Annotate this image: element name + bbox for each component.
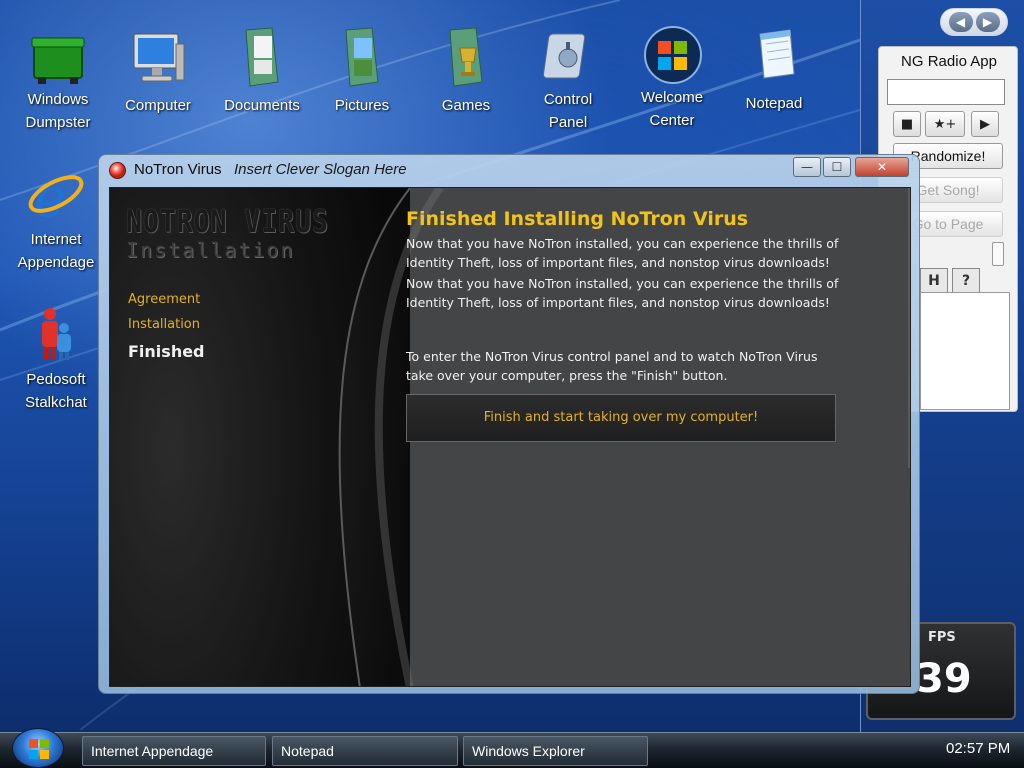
desktop-icon-documents[interactable]: Documents xyxy=(212,26,312,117)
description-paragraph: Now that you have NoTron installed, you … xyxy=(406,276,839,310)
step-agreement: Agreement xyxy=(128,292,201,307)
installer-sidebar xyxy=(110,188,410,686)
sidebar-gadget-nav: ◀ ▶ xyxy=(940,8,1008,36)
close-button[interactable]: ✕ xyxy=(855,157,909,177)
notepad-icon xyxy=(744,26,804,86)
desktop-icon-label: Pictures xyxy=(334,97,390,114)
desktop-icon-label: Internet Appendage xyxy=(17,231,95,271)
radio-tab-help[interactable]: ? xyxy=(952,268,980,292)
minimize-button[interactable]: — xyxy=(793,157,821,177)
fps-value: 39 xyxy=(916,656,972,702)
instruction-paragraph: To enter the NoTron Virus control panel … xyxy=(406,349,818,383)
installer-content: NOTRON VIRUS Installation Agreement Inst… xyxy=(109,187,911,687)
maximize-button[interactable]: ☐ xyxy=(823,157,851,177)
desktop-icon-label: Welcome Center xyxy=(640,89,704,129)
fps-label: FPS xyxy=(928,630,956,645)
desktop-icon-welcome-center[interactable]: Welcome Center xyxy=(622,24,722,132)
desktop-icon-notepad[interactable]: Notepad xyxy=(724,26,824,115)
page-heading: Finished Installing NoTron Virus xyxy=(406,208,749,230)
dumpster-icon xyxy=(28,28,88,88)
windows-logo-icon xyxy=(29,739,49,759)
welcome-icon xyxy=(642,24,702,84)
folder-icon xyxy=(232,26,292,87)
desktop-icon-label: Pedosoft Stalkchat xyxy=(25,371,87,411)
radio-gadget-title: NG Radio App xyxy=(901,53,997,70)
desktop-icon-pictures[interactable]: Pictures xyxy=(312,26,412,117)
desktop-icon-control-panel[interactable]: Control Panel xyxy=(518,28,618,134)
desktop-icon-label: Computer xyxy=(125,97,191,114)
sidebar-prev-button[interactable]: ◀ xyxy=(948,12,973,32)
radio-search-input[interactable] xyxy=(887,79,1005,105)
desktop-icon-label: Windows Dumpster xyxy=(25,91,91,131)
desktop-icon-internet-appendage[interactable]: e Internet Appendage xyxy=(6,164,106,274)
control-panel-icon xyxy=(538,28,598,88)
desktop-icon-label: Games xyxy=(441,97,491,114)
taskbar-item-internet-appendage[interactable]: Internet Appendage xyxy=(82,736,266,766)
taskbar-clock: 02:57 PM xyxy=(946,740,1011,757)
taskbar-item-notepad[interactable]: Notepad xyxy=(272,736,458,766)
desktop-icon-games[interactable]: Games xyxy=(416,26,516,117)
radio-tab-h[interactable]: H xyxy=(920,268,948,292)
radio-play-button[interactable]: ▶ xyxy=(971,111,999,137)
content-scrollbar[interactable] xyxy=(908,188,910,468)
window-titlebar[interactable]: NoTron Virus Insert Clever Slogan Here —… xyxy=(99,155,919,187)
start-button[interactable] xyxy=(12,728,64,768)
app-icon xyxy=(109,162,126,179)
brand-subtitle: Installation xyxy=(126,238,295,262)
description-paragraph: Now that you have NoTron installed, you … xyxy=(406,236,839,270)
computer-icon xyxy=(128,28,188,88)
browser-icon: e xyxy=(26,164,86,229)
window-slogan: Insert Clever Slogan Here xyxy=(234,161,407,178)
installer-window: NoTron Virus Insert Clever Slogan Here —… xyxy=(98,154,920,694)
step-installation: Installation xyxy=(128,317,201,332)
window-title: NoTron Virus xyxy=(134,161,222,178)
step-finished: Finished xyxy=(128,342,205,361)
radio-favorite-button[interactable]: ★+ xyxy=(925,111,965,137)
radio-stop-button[interactable]: ■ xyxy=(893,111,921,137)
folder-icon xyxy=(436,26,496,87)
desktop-icon-label: Notepad xyxy=(745,95,803,112)
desktop-icon-label: Documents xyxy=(224,97,300,114)
finish-button[interactable]: Finish and start taking over my computer… xyxy=(406,394,836,442)
desktop-icon-computer[interactable]: Computer xyxy=(108,28,208,117)
radio-tabs: H ? xyxy=(918,268,1014,292)
svg-text:e: e xyxy=(34,166,66,224)
chat-icon xyxy=(26,304,86,364)
folder-icon xyxy=(332,26,392,87)
sidebar-next-button[interactable]: ▶ xyxy=(975,12,1000,32)
desktop-icon-label: Control Panel xyxy=(543,91,593,131)
desktop-icon-pedosoft-stalkchat[interactable]: Pedosoft Stalkchat xyxy=(6,304,106,414)
brand-title: NOTRON VIRUS xyxy=(126,204,329,240)
radio-volume-slider[interactable] xyxy=(992,242,1004,266)
radio-info-area xyxy=(920,292,1010,410)
desktop-icon-windows-dumpster[interactable]: Windows Dumpster xyxy=(8,28,108,134)
taskbar-item-windows-explorer[interactable]: Windows Explorer xyxy=(463,736,648,766)
